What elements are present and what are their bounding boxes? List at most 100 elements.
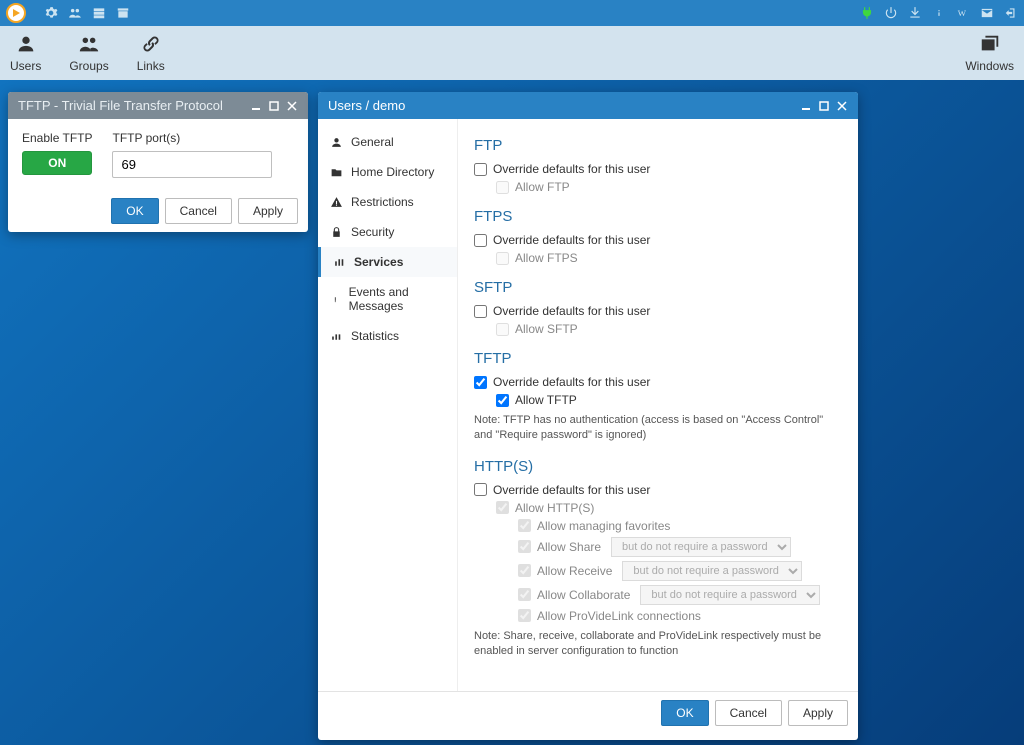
sidebar-item-security[interactable]: Security: [318, 217, 457, 247]
tftp-cancel-button[interactable]: Cancel: [165, 198, 232, 224]
section-sftp: SFTP Override defaults for this user All…: [474, 279, 842, 336]
sftp-allow-row: Allow SFTP: [496, 322, 842, 336]
minimize-icon[interactable]: [800, 100, 812, 112]
users-ok-button[interactable]: OK: [661, 700, 708, 726]
tftp-override-row: Override defaults for this user: [474, 375, 842, 389]
https-share-row: Allow Share but do not require a passwor…: [518, 537, 842, 557]
sftp-override-label: Override defaults for this user: [493, 304, 650, 318]
tftp-ok-button[interactable]: OK: [111, 198, 158, 224]
https-receive-label: Allow Receive: [537, 564, 612, 578]
sidebar-label-events: Events and Messages: [349, 285, 445, 313]
download-icon[interactable]: [908, 6, 922, 20]
section-https: HTTP(S) Override defaults for this user …: [474, 458, 842, 660]
heading-sftp: SFTP: [474, 279, 842, 296]
section-ftps: FTPS Override defaults for this user All…: [474, 208, 842, 265]
toolbar-links[interactable]: Links: [137, 33, 165, 73]
https-override-checkbox[interactable]: [474, 483, 487, 496]
logout-icon[interactable]: [1004, 6, 1018, 20]
tftp-override-label: Override defaults for this user: [493, 375, 650, 389]
tftp-allow-label: Allow TFTP: [515, 393, 577, 407]
info-icon[interactable]: [932, 6, 946, 20]
https-allow-checkbox: [496, 501, 509, 514]
tftp-override-checkbox[interactable]: [474, 376, 487, 389]
gear-icon[interactable]: [44, 6, 58, 20]
power-icon[interactable]: [884, 6, 898, 20]
https-allow-row: Allow HTTP(S): [496, 501, 842, 515]
tftp-window-footer: OK Cancel Apply: [8, 190, 308, 232]
sidebar-label-home: Home Directory: [351, 165, 434, 179]
ftp-override-row: Override defaults for this user: [474, 162, 842, 176]
users-services-panel: FTP Override defaults for this user Allo…: [458, 119, 858, 691]
archive-icon[interactable]: [116, 6, 130, 20]
sidebar-item-home[interactable]: Home Directory: [318, 157, 457, 187]
server-icon[interactable]: [92, 6, 106, 20]
app-topbar: W: [0, 0, 1024, 26]
https-favorites-checkbox: [518, 519, 531, 532]
tftp-window-titlebar[interactable]: TFTP - Trivial File Transfer Protocol: [8, 92, 308, 119]
tftp-apply-button[interactable]: Apply: [238, 198, 298, 224]
minimize-icon[interactable]: [250, 100, 262, 112]
https-collaborate-select: but do not require a password: [640, 585, 820, 605]
users-window-title: Users / demo: [328, 98, 405, 113]
https-note: Note: Share, receive, collaborate and Pr…: [474, 629, 834, 660]
svg-text:W: W: [958, 8, 967, 18]
toolbar-groups-label: Groups: [69, 59, 108, 73]
sftp-override-checkbox[interactable]: [474, 305, 487, 318]
users-apply-button[interactable]: Apply: [788, 700, 848, 726]
heading-ftp: FTP: [474, 137, 842, 154]
toolbar-users-label: Users: [10, 59, 41, 73]
https-providelink-checkbox: [518, 609, 531, 622]
https-share-checkbox: [518, 540, 531, 553]
https-favorites-label: Allow managing favorites: [537, 519, 670, 533]
section-ftp: FTP Override defaults for this user Allo…: [474, 137, 842, 194]
enable-tftp-label: Enable TFTP: [22, 131, 92, 145]
toolbar-users[interactable]: Users: [10, 33, 41, 73]
https-providelink-label: Allow ProVideLink connections: [537, 609, 701, 623]
sidebar-item-services[interactable]: Services: [318, 247, 457, 277]
users-sidebar: General Home Directory Restrictions Secu…: [318, 119, 458, 691]
ftp-allow-checkbox: [496, 181, 509, 194]
sidebar-item-general[interactable]: General: [318, 127, 457, 157]
tftp-allow-checkbox[interactable]: [496, 394, 509, 407]
https-collaborate-row: Allow Collaborate but do not require a p…: [518, 585, 842, 605]
toolbar-windows[interactable]: Windows: [965, 33, 1014, 73]
enable-tftp-toggle[interactable]: ON: [22, 151, 92, 175]
mail-icon[interactable]: [980, 6, 994, 20]
ftps-override-row: Override defaults for this user: [474, 233, 842, 247]
close-icon[interactable]: [286, 100, 298, 112]
tftp-window: TFTP - Trivial File Transfer Protocol En…: [8, 92, 308, 232]
https-share-label: Allow Share: [537, 540, 601, 554]
maximize-icon[interactable]: [818, 100, 830, 112]
ftp-override-label: Override defaults for this user: [493, 162, 650, 176]
tftp-window-body: Enable TFTP ON TFTP port(s): [8, 119, 308, 190]
ftp-override-checkbox[interactable]: [474, 163, 487, 176]
https-receive-select: but do not require a password: [622, 561, 802, 581]
plug-icon[interactable]: [860, 6, 874, 20]
tftp-allow-row: Allow TFTP: [496, 393, 842, 407]
users-icon[interactable]: [68, 6, 82, 20]
close-icon[interactable]: [836, 100, 848, 112]
tftp-window-title: TFTP - Trivial File Transfer Protocol: [18, 98, 223, 113]
https-override-row: Override defaults for this user: [474, 483, 842, 497]
sidebar-label-restrictions: Restrictions: [351, 195, 414, 209]
https-collaborate-label: Allow Collaborate: [537, 588, 630, 602]
https-override-label: Override defaults for this user: [493, 483, 650, 497]
tftp-ports-input[interactable]: [112, 151, 272, 178]
maximize-icon[interactable]: [268, 100, 280, 112]
toolbar-groups[interactable]: Groups: [69, 33, 108, 73]
heading-https: HTTP(S): [474, 458, 842, 475]
https-share-select: but do not require a password: [611, 537, 791, 557]
ftp-allow-row: Allow FTP: [496, 180, 842, 194]
https-favorites-row: Allow managing favorites: [518, 519, 842, 533]
users-window-titlebar[interactable]: Users / demo: [318, 92, 858, 119]
sftp-override-row: Override defaults for this user: [474, 304, 842, 318]
sidebar-item-events[interactable]: Events and Messages: [318, 277, 457, 321]
ftps-override-checkbox[interactable]: [474, 234, 487, 247]
sidebar-item-restrictions[interactable]: Restrictions: [318, 187, 457, 217]
sidebar-label-services: Services: [354, 255, 403, 269]
app-logo-icon[interactable]: [6, 3, 26, 23]
users-cancel-button[interactable]: Cancel: [715, 700, 782, 726]
sftp-allow-label: Allow SFTP: [515, 322, 578, 336]
wikipedia-icon[interactable]: W: [956, 6, 970, 20]
sidebar-item-statistics[interactable]: Statistics: [318, 321, 457, 351]
